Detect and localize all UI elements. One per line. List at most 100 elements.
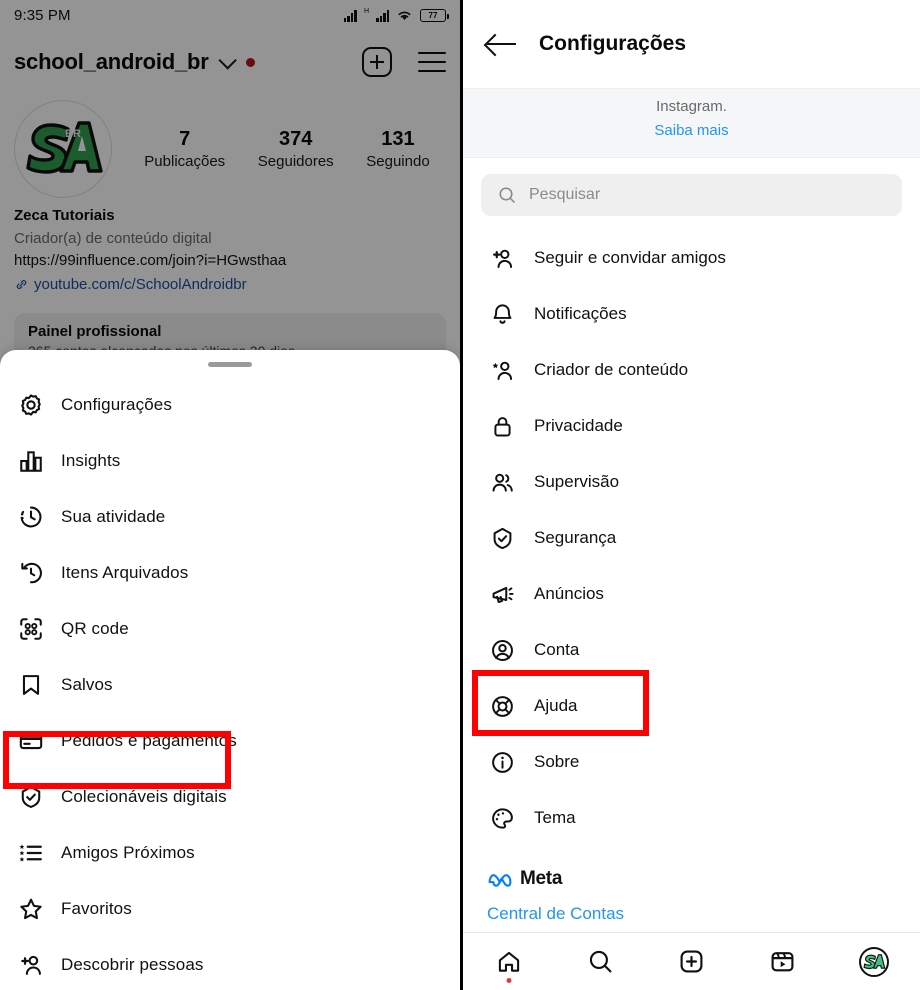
sheet-item-qr-code[interactable]: QR code bbox=[0, 601, 460, 657]
settings-item-label: Criador de conteúdo bbox=[534, 360, 689, 379]
profile-top-bar: school_android_br bbox=[0, 38, 460, 86]
nav-search-button[interactable] bbox=[580, 942, 620, 982]
search-area: Pesquisar bbox=[463, 158, 920, 226]
pro-card-title: Painel profissional bbox=[28, 323, 162, 340]
chevron-down-icon[interactable] bbox=[218, 50, 237, 70]
settings-item-supervisao[interactable]: Supervisão bbox=[463, 454, 920, 510]
profile-bio: Zeca Tutoriais Criador(a) de conteúdo di… bbox=[14, 205, 446, 296]
nav-create-button[interactable] bbox=[671, 942, 711, 982]
profile-avatar-icon bbox=[859, 946, 890, 977]
nav-home-button[interactable] bbox=[489, 942, 529, 983]
stat-number: 131 bbox=[381, 127, 415, 150]
sheet-item-label: Amigos Próximos bbox=[61, 843, 195, 862]
profile-username[interactable]: school_android_br bbox=[14, 49, 209, 75]
shield-check-icon bbox=[487, 523, 517, 553]
home-notification-dot bbox=[506, 977, 512, 983]
bell-icon bbox=[487, 299, 517, 329]
sheet-item-label: Itens Arquivados bbox=[61, 563, 189, 582]
sheet-item-amigos-proximos[interactable]: Amigos Próximos bbox=[0, 825, 460, 881]
settings-item-label: Anúncios bbox=[534, 584, 604, 603]
status-bar: 9:35 PM H 77 bbox=[0, 0, 460, 30]
sheet-item-label: Favoritos bbox=[61, 899, 132, 918]
star-icon bbox=[14, 892, 48, 926]
search-input[interactable]: Pesquisar bbox=[481, 174, 902, 216]
search-icon bbox=[499, 187, 515, 203]
right-phone-panel: Configurações Instagram. Saiba mais Pesq… bbox=[460, 0, 920, 990]
left-phone-panel: 9:35 PM H 77 school_android_br BR 7 Publ… bbox=[0, 0, 460, 990]
person-add-icon bbox=[14, 948, 48, 982]
stat-label: Seguidores bbox=[257, 152, 334, 170]
battery-icon: 77 bbox=[420, 8, 449, 22]
profile-options-bottom-sheet: Configurações Insights Sua atividade Ite… bbox=[0, 350, 460, 990]
settings-item-privacidade[interactable]: Privacidade bbox=[463, 398, 920, 454]
person-star-icon bbox=[487, 355, 517, 385]
megaphone-icon bbox=[487, 579, 517, 609]
sheet-item-colecionaveis-digitais[interactable]: Colecionáveis digitais bbox=[0, 769, 460, 825]
sheet-menu-list: Configurações Insights Sua atividade Ite… bbox=[0, 367, 460, 990]
sheet-item-insights[interactable]: Insights bbox=[0, 433, 460, 489]
settings-item-seguranca[interactable]: Segurança bbox=[463, 510, 920, 566]
settings-item-conta[interactable]: Conta bbox=[463, 622, 920, 678]
bio-display-name: Zeca Tutoriais bbox=[14, 207, 115, 224]
settings-item-label: Sobre bbox=[534, 752, 580, 771]
search-placeholder: Pesquisar bbox=[529, 186, 601, 203]
back-arrow-icon[interactable] bbox=[487, 33, 517, 55]
plus-square-icon bbox=[680, 950, 703, 973]
sheet-item-salvos[interactable]: Salvos bbox=[0, 657, 460, 713]
sheet-item-descobrir-pessoas[interactable]: Descobrir pessoas bbox=[0, 937, 460, 990]
sheet-item-label: Salvos bbox=[61, 675, 113, 694]
stat-posts[interactable]: 7 Publicações bbox=[144, 127, 225, 172]
settings-item-seguir-e-convidar-amigos[interactable]: Seguir e convidar amigos bbox=[463, 230, 920, 286]
stat-label: Seguindo bbox=[366, 152, 430, 170]
sheet-item-label: Descobrir pessoas bbox=[61, 955, 204, 974]
signal-bars-icon bbox=[343, 9, 357, 22]
network-type-label: H bbox=[363, 8, 369, 15]
nav-reels-button[interactable] bbox=[763, 942, 803, 982]
bar-chart-icon bbox=[14, 444, 48, 478]
meta-brand: Meta bbox=[487, 868, 920, 890]
stat-following[interactable]: 131 Seguindo bbox=[366, 127, 429, 172]
settings-item-sobre[interactable]: Sobre bbox=[463, 734, 920, 790]
settings-item-label: Conta bbox=[534, 640, 580, 659]
battery-level: 77 bbox=[428, 10, 438, 20]
stat-followers[interactable]: 374 Seguidores bbox=[258, 127, 334, 172]
sheet-item-sua-atividade[interactable]: Sua atividade bbox=[0, 489, 460, 545]
sheet-item-favoritos[interactable]: Favoritos bbox=[0, 881, 460, 937]
meta-section: Meta Central de Contas bbox=[463, 846, 920, 924]
dual-phone-screenshot: 9:35 PM H 77 school_android_br BR 7 Publ… bbox=[0, 0, 920, 990]
red-dot bbox=[245, 57, 255, 67]
info-circle-icon bbox=[487, 747, 517, 777]
sheet-item-pedidos-e-pagamentos[interactable]: Pedidos e pagamentos bbox=[0, 713, 460, 769]
bio-category: Criador(a) de conteúdo digital bbox=[14, 229, 212, 247]
reels-icon bbox=[771, 952, 794, 972]
svg-text:BR: BR bbox=[65, 128, 81, 140]
info-banner: Instagram. Saiba mais bbox=[463, 88, 920, 158]
settings-item-criador-de-conteudo[interactable]: Criador de conteúdo bbox=[463, 342, 920, 398]
search-icon bbox=[589, 950, 612, 973]
people-icon bbox=[487, 467, 517, 497]
settings-item-ajuda[interactable]: Ajuda bbox=[463, 678, 920, 734]
page-title: Configurações bbox=[539, 32, 687, 55]
settings-item-tema[interactable]: Tema bbox=[463, 790, 920, 846]
lifebuoy-icon bbox=[487, 691, 517, 721]
bottom-navigation-bar bbox=[463, 932, 920, 990]
shield-check-icon bbox=[14, 780, 48, 814]
sheet-item-label: Configurações bbox=[61, 395, 172, 414]
bio-link[interactable]: youtube.com/c/SchoolAndroidbr bbox=[14, 273, 446, 296]
plus-square-icon[interactable] bbox=[362, 47, 392, 77]
settings-item-anuncios[interactable]: Anúncios bbox=[463, 566, 920, 622]
avatar[interactable]: BR bbox=[14, 100, 112, 198]
clock-rewind-icon bbox=[14, 556, 48, 590]
sheet-item-configuracoes[interactable]: Configurações bbox=[0, 377, 460, 433]
sheet-item-itens-arquivados[interactable]: Itens Arquivados bbox=[0, 545, 460, 601]
stat-number: 7 bbox=[179, 127, 191, 150]
close-friends-list-icon bbox=[14, 836, 48, 870]
lock-icon bbox=[487, 411, 517, 441]
settings-item-notificacoes[interactable]: Notificações bbox=[463, 286, 920, 342]
hamburger-menu-icon[interactable] bbox=[418, 51, 446, 73]
accounts-center-link[interactable]: Central de Contas bbox=[487, 904, 920, 924]
banner-text: Instagram. bbox=[656, 98, 727, 115]
banner-learn-more-link[interactable]: Saiba mais bbox=[463, 119, 920, 143]
meta-infinity-icon bbox=[488, 874, 512, 887]
nav-profile-button[interactable] bbox=[854, 942, 894, 982]
